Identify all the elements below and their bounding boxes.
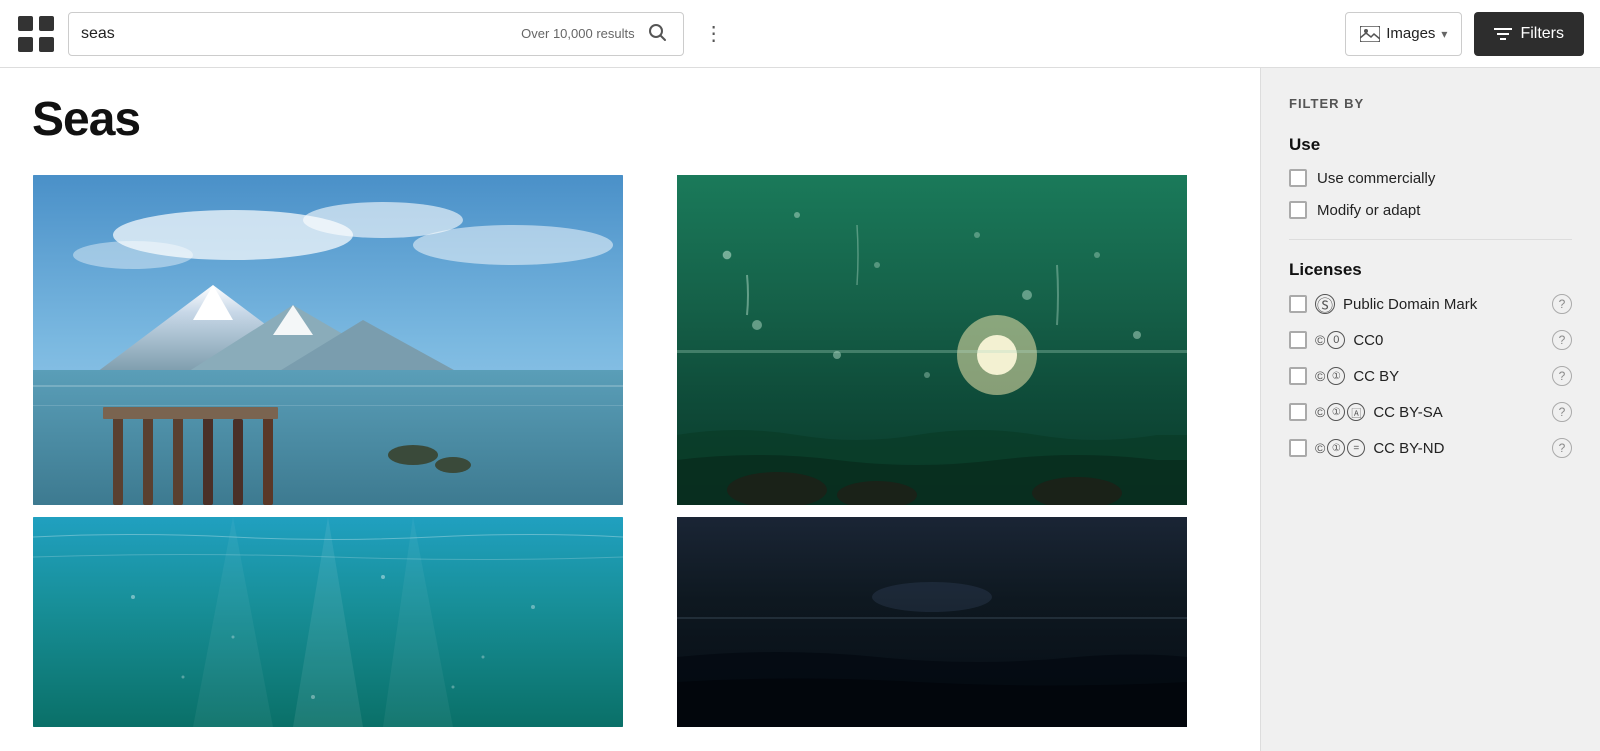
more-options-button[interactable]: ⋮: [696, 16, 732, 52]
cc0-checkbox[interactable]: [1289, 331, 1307, 349]
image-4: [636, 517, 1228, 727]
license-ccbynd[interactable]: © ① = CC BY-ND ?: [1289, 438, 1572, 458]
modify-adapt-checkbox[interactable]: [1289, 201, 1307, 219]
license-ccbysa[interactable]: © ① 🄰 CC BY-SA ?: [1289, 402, 1572, 422]
cc0-zero-icon: 0: [1327, 331, 1345, 349]
license-ccby[interactable]: © ① CC BY ?: [1289, 366, 1572, 386]
ccbysa-checkbox[interactable]: [1289, 403, 1307, 421]
filter-by-label: FILTER BY: [1289, 96, 1572, 111]
ccby-icons: © ①: [1315, 367, 1345, 385]
cc0-help-icon[interactable]: ?: [1552, 330, 1572, 350]
chevron-down-icon: ▾: [1441, 27, 1447, 41]
pdm-label: Public Domain Mark: [1343, 296, 1544, 313]
use-commercially-checkbox[interactable]: [1289, 169, 1307, 187]
ccbynd-icons: © ① =: [1315, 439, 1365, 457]
sidebar: FILTER BY Use Use commercially Modify or…: [1260, 68, 1600, 751]
ccbynd-checkbox[interactable]: [1289, 439, 1307, 457]
media-type-selector[interactable]: Images ▾: [1345, 12, 1462, 56]
ccby-checkbox[interactable]: [1289, 367, 1307, 385]
license-cc0[interactable]: © 0 CC0 ?: [1289, 330, 1572, 350]
filters-button[interactable]: Filters: [1474, 12, 1584, 56]
ccby-label: CC BY: [1353, 368, 1544, 385]
ccbysa-icons: © ① 🄰: [1315, 403, 1365, 421]
ccby-help-icon[interactable]: ?: [1552, 366, 1572, 386]
pdm-checkbox[interactable]: [1289, 295, 1307, 313]
licenses-section-title: Licenses: [1289, 260, 1572, 280]
ccbysa-by-icon: ①: [1327, 403, 1345, 421]
image-1: [32, 175, 624, 505]
main-layout: Seas: [0, 68, 1600, 751]
logo[interactable]: [16, 14, 56, 54]
ccbynd-cc-icon: ©: [1315, 440, 1325, 456]
ccbysa-label: CC BY-SA: [1373, 404, 1544, 421]
page-title: Seas: [32, 92, 1228, 147]
media-type-label: Images: [1386, 25, 1435, 42]
image-grid: [32, 175, 1228, 727]
ccbysa-sa-icon: 🄰: [1347, 403, 1365, 421]
image-cell-2[interactable]: [636, 175, 1228, 505]
license-pdm[interactable]: Ⓢ Public Domain Mark ?: [1289, 294, 1572, 314]
filters-label: Filters: [1520, 25, 1564, 43]
filters-icon: [1494, 26, 1512, 42]
ccbynd-nd-icon: =: [1347, 439, 1365, 457]
more-options-icon: ⋮: [704, 23, 724, 45]
modify-adapt-label: Modify or adapt: [1317, 202, 1420, 219]
search-button[interactable]: [643, 18, 671, 49]
cc0-icons: © 0: [1315, 331, 1345, 349]
search-bar: Over 10,000 results: [68, 12, 684, 56]
image-2: [636, 175, 1228, 505]
content-area: Seas: [0, 68, 1260, 751]
result-count: Over 10,000 results: [521, 26, 634, 41]
use-commercially-label: Use commercially: [1317, 170, 1435, 187]
ccbynd-by-icon: ①: [1327, 439, 1345, 457]
pdm-icons: Ⓢ: [1315, 294, 1335, 314]
filter-divider: [1289, 239, 1572, 240]
ccbysa-cc-icon: ©: [1315, 404, 1325, 420]
image-cell-4[interactable]: [636, 517, 1228, 727]
use-section-title: Use: [1289, 135, 1572, 155]
ccbynd-help-icon[interactable]: ?: [1552, 438, 1572, 458]
cc0-label: CC0: [1353, 332, 1544, 349]
header: Over 10,000 results ⋮ Images ▾ Filters: [0, 0, 1600, 68]
search-input[interactable]: [81, 25, 513, 43]
ccbynd-label: CC BY-ND: [1373, 440, 1544, 457]
image-3: [32, 517, 624, 727]
ccby-cc-icon: ©: [1315, 368, 1325, 384]
image-cell-1[interactable]: [32, 175, 624, 505]
ccbysa-help-icon[interactable]: ?: [1552, 402, 1572, 422]
pdm-icon: Ⓢ: [1315, 294, 1335, 314]
filter-use-commercially[interactable]: Use commercially: [1289, 169, 1572, 187]
pdm-help-icon[interactable]: ?: [1552, 294, 1572, 314]
cc-icon: ©: [1315, 332, 1325, 348]
ccby-by-icon: ①: [1327, 367, 1345, 385]
images-icon: [1360, 26, 1380, 42]
filter-modify-adapt[interactable]: Modify or adapt: [1289, 201, 1572, 219]
image-cell-3[interactable]: [32, 517, 624, 727]
